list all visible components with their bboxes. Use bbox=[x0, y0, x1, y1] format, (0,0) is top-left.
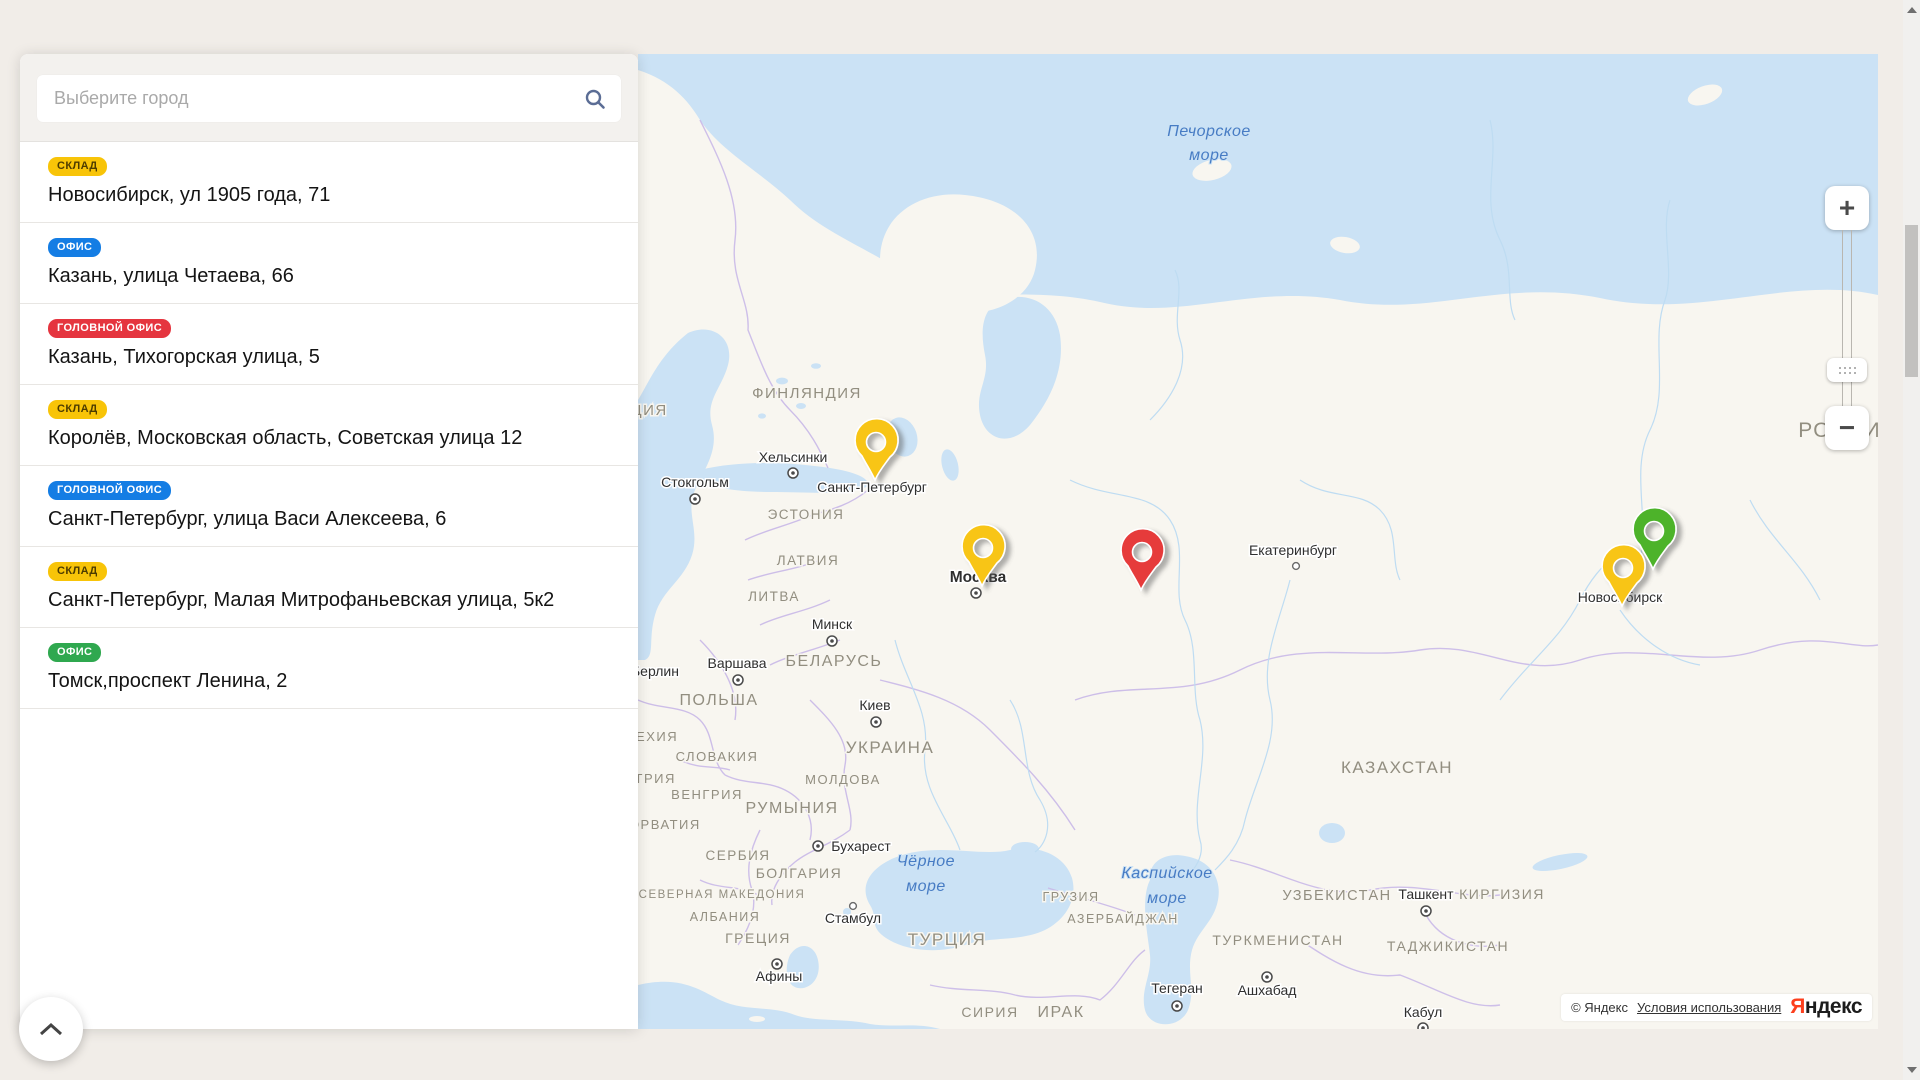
zoom-out-button[interactable]: − bbox=[1825, 406, 1869, 450]
search-header bbox=[20, 54, 638, 142]
location-item[interactable]: ГОЛОВНОЙ ОФИС Казань, Тихогорская улица,… bbox=[20, 304, 638, 385]
city-label: Санкт-Петербург bbox=[817, 479, 927, 495]
country-label: ЧЕХИЯ bbox=[638, 729, 678, 744]
country-label: СЕРБИЯ bbox=[705, 848, 770, 863]
country-label: ВЕНГРИЯ bbox=[671, 787, 743, 802]
page-scrollbar bbox=[1903, 0, 1920, 1080]
city-label: Стокгольм bbox=[661, 474, 729, 490]
location-item[interactable]: СКЛАД Королёв, Московская область, Совет… bbox=[20, 385, 638, 466]
city-label: Кабул bbox=[1404, 1004, 1443, 1020]
country-label: ГРЕЦИЯ bbox=[725, 930, 791, 946]
location-badge: СКЛАД bbox=[48, 562, 107, 581]
zoom-in-button[interactable]: + bbox=[1825, 186, 1869, 230]
city-label: Минск bbox=[812, 616, 853, 632]
sea-label: море bbox=[906, 878, 946, 895]
country-label: ФИНЛЯНДИЯ bbox=[752, 385, 862, 402]
country-label: СЛОВАКИЯ bbox=[676, 749, 759, 764]
country-label: АЗЕРБАЙДЖАН bbox=[1067, 911, 1179, 926]
scrollbar-thumb[interactable] bbox=[1905, 225, 1918, 377]
country-label: БОЛГАРИЯ bbox=[756, 865, 842, 881]
scroll-top-button[interactable] bbox=[19, 997, 83, 1061]
location-item[interactable]: СКЛАД Новосибирск, ул 1905 года, 71 bbox=[20, 142, 638, 223]
country-label: ГРУЗИЯ bbox=[1042, 890, 1099, 904]
country-label: СЕВЕРНАЯ МАКЕДОНИЯ bbox=[639, 889, 806, 901]
city-label: Хельсинки bbox=[759, 449, 828, 465]
country-label: ТУРКМЕНИСТАН bbox=[1212, 932, 1343, 948]
sea-label: море bbox=[1147, 890, 1187, 907]
country-label: МОЛДОВА bbox=[805, 772, 881, 787]
sea-label: Печорское bbox=[1167, 123, 1251, 140]
scrollbar-down-arrow[interactable] bbox=[1907, 1067, 1917, 1073]
country-label: СИРИЯ bbox=[961, 1004, 1018, 1020]
yandex-logo-ya: Я bbox=[1790, 995, 1805, 1018]
country-label: ХОРВАТИЯ bbox=[638, 817, 701, 832]
city-label: Киев bbox=[859, 697, 890, 713]
city-label: Бухарест bbox=[831, 838, 891, 854]
location-address: Санкт-Петербург, Малая Митрофаньевская у… bbox=[48, 589, 610, 612]
country-label: ШВЕЦИЯ bbox=[638, 402, 668, 419]
location-item[interactable]: ОФИС Томск,проспект Ленина, 2 bbox=[20, 628, 638, 709]
sea-label: Чёрное bbox=[897, 853, 955, 870]
country-label: ТУРЦИЯ bbox=[908, 930, 987, 949]
location-badge: СКЛАД bbox=[48, 400, 107, 419]
country-label: БЕЛАРУСЬ bbox=[786, 653, 883, 670]
country-label: ЭСТОНИЯ bbox=[768, 507, 845, 522]
search-box bbox=[37, 75, 621, 122]
location-address: Казань, улица Четаева, 66 bbox=[48, 265, 610, 288]
locations-sidebar: СКЛАД Новосибирск, ул 1905 года, 71 ОФИС… bbox=[20, 54, 638, 1029]
city-label: Варшава bbox=[708, 655, 767, 671]
location-item[interactable]: ГОЛОВНОЙ ОФИС Санкт-Петербург, улица Вас… bbox=[20, 466, 638, 547]
country-label: ЛАТВИЯ bbox=[777, 553, 840, 568]
country-label: УЗБЕКИСТАН bbox=[1282, 888, 1391, 904]
location-item[interactable]: ОФИС Казань, улица Четаева, 66 bbox=[20, 223, 638, 304]
country-label: ПОЛЬША bbox=[679, 692, 758, 709]
location-badge: ОФИС bbox=[48, 238, 101, 257]
map-attribution: © Яндекс Условия использования Яндекс bbox=[1561, 994, 1872, 1021]
country-label: АЛБАНИЯ bbox=[690, 910, 761, 924]
city-label: Екатеринбург bbox=[1249, 542, 1337, 558]
location-badge: СКЛАД bbox=[48, 157, 107, 176]
scrollbar-up-arrow[interactable] bbox=[1907, 7, 1917, 13]
location-badge: ОФИС bbox=[48, 643, 101, 662]
country-label: КИРГИЗИЯ bbox=[1459, 886, 1545, 902]
yandex-logo-rest: ндекс bbox=[1805, 995, 1862, 1018]
city-label: Афины bbox=[756, 968, 803, 984]
ruler-dots-icon bbox=[1839, 367, 1841, 369]
country-label: ТАДЖИКИСТАН bbox=[1387, 938, 1509, 954]
search-icon bbox=[584, 88, 606, 110]
location-address: Королёв, Московская область, Советская у… bbox=[48, 427, 610, 450]
country-label: КАЗАХСТАН bbox=[1341, 758, 1453, 777]
city-label: Стамбул bbox=[825, 910, 881, 926]
location-badge: ГОЛОВНОЙ ОФИС bbox=[48, 481, 171, 500]
zoom-slider-handle[interactable] bbox=[1827, 358, 1867, 382]
country-label: РУМЫНИЯ bbox=[745, 800, 838, 817]
location-address: Казань, Тихогорская улица, 5 bbox=[48, 346, 610, 369]
city-label: Ашхабад bbox=[1238, 982, 1297, 998]
city-label: Ташкент bbox=[1398, 886, 1454, 902]
location-address: Новосибирск, ул 1905 года, 71 bbox=[48, 184, 610, 207]
sea-label: море bbox=[1189, 147, 1229, 164]
map-canvas[interactable]: ФИНЛЯНДИЯ ШВЕЦИЯ ЭСТОНИЯ ЛАТВИЯ ЛИТВА БЕ… bbox=[638, 54, 1878, 1029]
location-badge: ГОЛОВНОЙ ОФИС bbox=[48, 319, 171, 338]
chevron-up-icon bbox=[36, 1020, 66, 1038]
location-item[interactable]: СКЛАД Санкт-Петербург, Малая Митрофаньев… bbox=[20, 547, 638, 628]
copyright-text: © Яндекс bbox=[1571, 1000, 1628, 1015]
map-svg: ФИНЛЯНДИЯ ШВЕЦИЯ ЭСТОНИЯ ЛАТВИЯ ЛИТВА БЕ… bbox=[638, 54, 1878, 1029]
country-label: ИРАК bbox=[1037, 1004, 1084, 1021]
country-label: АВСТРИЯ bbox=[638, 771, 676, 786]
city-label: Тегеран bbox=[1151, 980, 1202, 996]
city-label: Берлин bbox=[638, 663, 679, 679]
search-button[interactable] bbox=[569, 75, 621, 122]
location-list: СКЛАД Новосибирск, ул 1905 года, 71 ОФИС… bbox=[20, 142, 638, 709]
location-address: Томск,проспект Ленина, 2 bbox=[48, 670, 610, 693]
country-label: УКРАИНА bbox=[846, 738, 935, 757]
city-search-input[interactable] bbox=[37, 88, 569, 109]
sea-label: Каспийское bbox=[1121, 865, 1212, 882]
terms-of-use-link[interactable]: Условия использования bbox=[1637, 1000, 1781, 1015]
location-address: Санкт-Петербург, улица Васи Алексеева, 6 bbox=[48, 508, 610, 531]
yandex-logo[interactable]: Яндекс bbox=[1790, 995, 1862, 1019]
country-label: ЛИТВА bbox=[748, 589, 800, 604]
